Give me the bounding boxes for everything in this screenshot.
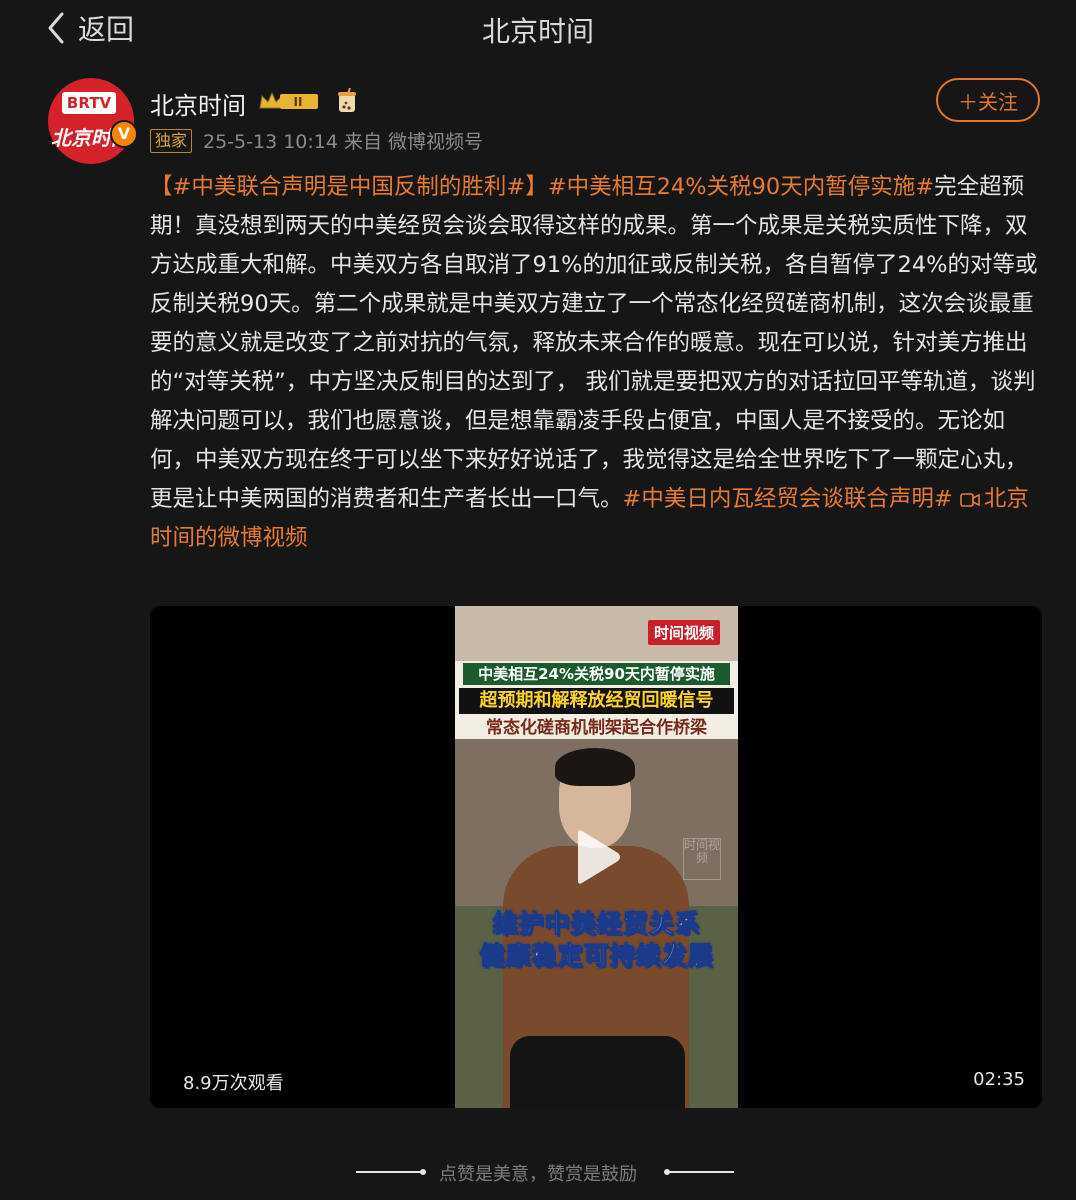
crown-level-badge-icon[interactable]: II [258,90,320,112]
video-camera-icon [960,493,980,507]
presenter-legs [510,1036,685,1108]
follow-button[interactable]: ＋关注 [936,78,1040,122]
video-headline-2: 超预期和解释放经贸回暖信号 [459,688,734,714]
hashtag-geneva-talks[interactable]: #中美日内瓦经贸会谈联合声明# [623,486,953,512]
top-nav-bar: 返回 北京时间 [0,0,1076,56]
video-headline-3: 常态化磋商机制架起合作桥梁 [486,718,707,738]
post-body: 【#中美联合声明是中国反制的胜利#】#中美相互24%关税90天内暂停实施#完全超… [150,168,1040,558]
hashtag-tariff-pause[interactable]: #中美相互24%关税90天内暂停实施# [548,174,934,200]
hashtag-joint-statement[interactable]: 【#中美联合声明是中国反制的胜利#】 [150,174,548,200]
post-meta: 25-5-13 10:14 来自 微博视频号 [203,131,484,153]
video-headline-1: 中美相互24%关税90天内暂停实施 [463,663,730,685]
footer-divider-right [668,1171,734,1173]
verified-badge-icon: V [110,120,138,148]
video-duration: 02:35 [973,1069,1025,1090]
presenter-hair [555,748,635,786]
video-caption-2: 健康稳定可持续发展 [479,941,714,971]
brtv-logo: BRTV [62,92,116,114]
reward-hint: 点赞是美意，赞赏是鼓励 [439,1164,637,1185]
reward-footer: 点赞是美意，赞赏是鼓励 [0,1160,1076,1185]
video-player[interactable]: 时间视频 中美相互24%关税90天内暂停实施 超预期和解释放经贸回暖信号 常态化… [150,606,1042,1108]
level-badge-text: II [294,95,303,109]
weibo-post: BRTV 北京时间 V 北京时间 II 独家 25-5-13 10:14 来自 … [0,58,1076,1200]
post-text: 完全超预期！真没想到两天的中美经贸会谈会取得这样的成果。第一个成果是关税实质性下… [150,174,1038,512]
channel-logo: 时间视频 [647,620,720,645]
bubble-tea-icon[interactable] [336,88,358,114]
video-caption-1: 维护中美经贸关系 [492,909,701,939]
video-watermark: 时间视频 [683,838,721,880]
page-title: 北京时间 [481,15,594,48]
play-icon[interactable] [570,827,624,887]
author-name[interactable]: 北京时间 [150,86,246,121]
view-count: 8.9万次观看 [183,1073,284,1094]
exclusive-tag: 独家 [150,129,193,153]
